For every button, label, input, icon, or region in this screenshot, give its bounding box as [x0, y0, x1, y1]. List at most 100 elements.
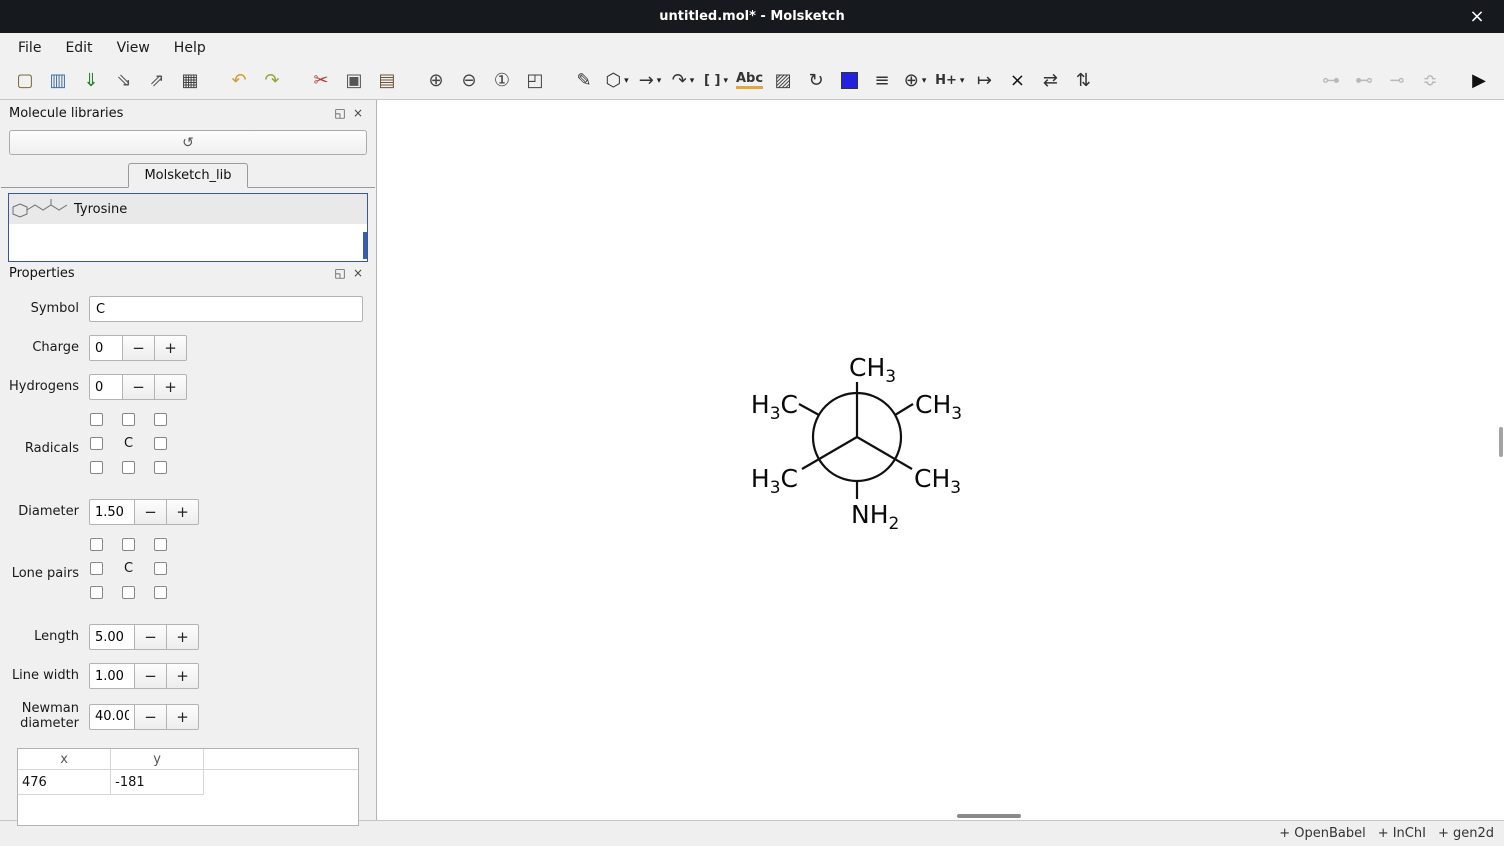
lone-pair-checkbox[interactable]: [154, 538, 167, 551]
cut-button[interactable]: ✂: [306, 66, 336, 96]
menu-help[interactable]: Help: [162, 36, 218, 60]
menu-edit[interactable]: Edit: [53, 36, 104, 60]
save-button[interactable]: ⇓: [76, 66, 106, 96]
zoom-out-button[interactable]: ⊖: [454, 66, 484, 96]
hydrogens-input[interactable]: [89, 374, 123, 400]
atom-label-lower-left[interactable]: H3C: [751, 464, 798, 498]
print-button[interactable]: ▦: [175, 66, 205, 96]
toolbar-expand-button[interactable]: ▶: [1464, 66, 1494, 96]
draw-button[interactable]: ✎: [569, 66, 599, 96]
line-width-button[interactable]: ≡: [867, 66, 897, 96]
zoom-fit-button[interactable]: ◰: [520, 66, 550, 96]
symbol-input[interactable]: [89, 296, 363, 322]
newman-diameter-input[interactable]: [89, 704, 135, 730]
redo-button[interactable]: ↷: [257, 66, 287, 96]
brackets-button[interactable]: [ ]▾: [701, 66, 731, 96]
drawing-canvas[interactable]: CH3 H3C CH3 H3C CH3 NH2: [377, 100, 1504, 820]
length-input[interactable]: [89, 624, 135, 650]
radical-checkbox[interactable]: [90, 413, 103, 426]
newman-decrement-button[interactable]: −: [134, 704, 167, 730]
radical-checkbox[interactable]: [90, 437, 103, 450]
menu-view[interactable]: View: [105, 36, 162, 60]
properties-close-icon[interactable]: ×: [349, 266, 367, 280]
atom-label-upper-right[interactable]: CH3: [915, 390, 962, 424]
diameter-input[interactable]: [89, 499, 135, 525]
lone-pair-checkbox[interactable]: [90, 586, 103, 599]
hydrogens-dropdown-icon[interactable]: ▾: [960, 76, 965, 86]
new-file-button[interactable]: ▢: [10, 66, 40, 96]
flip-horizontal-button[interactable]: ⇄: [1035, 66, 1065, 96]
line-width-decrement-button[interactable]: −: [134, 663, 167, 689]
lone-pair-checkbox[interactable]: [122, 538, 135, 551]
horizontal-scrollbar-handle[interactable]: [957, 814, 1021, 818]
coords-header-y[interactable]: y: [111, 749, 204, 770]
bond-front-lower-right[interactable]: [857, 437, 912, 469]
zoom-in-button[interactable]: ⊕: [421, 66, 451, 96]
lone-pair-checkbox[interactable]: [90, 562, 103, 575]
library-list[interactable]: Tyrosine: [8, 193, 368, 262]
paste-button[interactable]: ▤: [372, 66, 402, 96]
libraries-float-icon[interactable]: ◱: [331, 106, 349, 120]
hydrogens-decrement-button[interactable]: −: [122, 374, 155, 400]
undo-button[interactable]: ↶: [224, 66, 254, 96]
window-close-button[interactable]: ×: [1462, 0, 1492, 33]
connect-button[interactable]: ↦: [969, 66, 999, 96]
tab-molsketch-lib[interactable]: Molsketch_lib: [128, 163, 247, 188]
diameter-increment-button[interactable]: +: [166, 499, 199, 525]
radical-checkbox[interactable]: [122, 461, 135, 474]
atom-label-bottom[interactable]: NH2: [851, 500, 899, 534]
coords-header-x[interactable]: x: [18, 749, 111, 770]
open-file-button[interactable]: ▥: [43, 66, 73, 96]
copy-button[interactable]: ▣: [339, 66, 369, 96]
export-button[interactable]: ⇗: [142, 66, 172, 96]
properties-float-icon[interactable]: ◱: [331, 266, 349, 280]
radical-checkbox[interactable]: [154, 413, 167, 426]
zoom-original-button[interactable]: ①: [487, 66, 517, 96]
ring-dropdown-icon[interactable]: ▾: [624, 76, 629, 86]
charge-dropdown-icon[interactable]: ▾: [922, 76, 927, 86]
libraries-close-icon[interactable]: ×: [349, 106, 367, 120]
bond-back-upper-left[interactable]: [799, 404, 819, 415]
charge-button[interactable]: ⊕▾: [900, 66, 930, 96]
charge-increment-button[interactable]: +: [154, 335, 187, 361]
hydrogens-button[interactable]: H+▾: [933, 66, 966, 96]
mechanism-arrow-button[interactable]: ↷▾: [668, 66, 698, 96]
hydrogens-increment-button[interactable]: +: [154, 374, 187, 400]
color-picker-button[interactable]: [834, 66, 864, 96]
line-width-increment-button[interactable]: +: [166, 663, 199, 689]
atom-label-top[interactable]: CH3: [849, 353, 896, 387]
vertical-scrollbar-handle[interactable]: [1499, 427, 1503, 457]
line-width-input[interactable]: [89, 663, 135, 689]
delete-button[interactable]: ×: [1002, 66, 1032, 96]
diameter-decrement-button[interactable]: −: [134, 499, 167, 525]
radical-checkbox[interactable]: [90, 461, 103, 474]
radical-checkbox[interactable]: [154, 461, 167, 474]
coords-cell-y[interactable]: -181: [111, 770, 204, 795]
lone-pair-checkbox[interactable]: [154, 562, 167, 575]
charge-input[interactable]: [89, 335, 123, 361]
radical-checkbox[interactable]: [122, 413, 135, 426]
coords-cell-x[interactable]: 476: [18, 770, 111, 795]
text-tool-button[interactable]: Abc: [734, 66, 765, 96]
radical-checkbox[interactable]: [154, 437, 167, 450]
flip-vertical-button[interactable]: ⇅: [1068, 66, 1098, 96]
bond-back-upper-right[interactable]: [895, 404, 913, 415]
reaction-arrow-dropdown-icon[interactable]: ▾: [657, 76, 662, 86]
length-increment-button[interactable]: +: [166, 624, 199, 650]
bond-front-lower-left[interactable]: [802, 437, 857, 469]
save-as-button[interactable]: ⇘: [109, 66, 139, 96]
lone-pair-checkbox[interactable]: [90, 538, 103, 551]
atom-label-lower-right[interactable]: CH3: [914, 464, 961, 498]
ring-button[interactable]: ⬡▾: [602, 66, 632, 96]
brackets-dropdown-icon[interactable]: ▾: [723, 76, 728, 86]
mechanism-arrow-dropdown-icon[interactable]: ▾: [690, 76, 695, 86]
menu-file[interactable]: File: [6, 36, 53, 60]
list-item-tyrosine[interactable]: Tyrosine: [9, 194, 367, 224]
rotate-button[interactable]: ↻: [801, 66, 831, 96]
lone-pair-checkbox[interactable]: [154, 586, 167, 599]
length-decrement-button[interactable]: −: [134, 624, 167, 650]
atom-label-upper-left[interactable]: H3C: [751, 390, 798, 424]
reaction-arrow-button[interactable]: →▾: [635, 66, 665, 96]
hatch-button[interactable]: ▨: [768, 66, 798, 96]
lone-pair-checkbox[interactable]: [122, 586, 135, 599]
